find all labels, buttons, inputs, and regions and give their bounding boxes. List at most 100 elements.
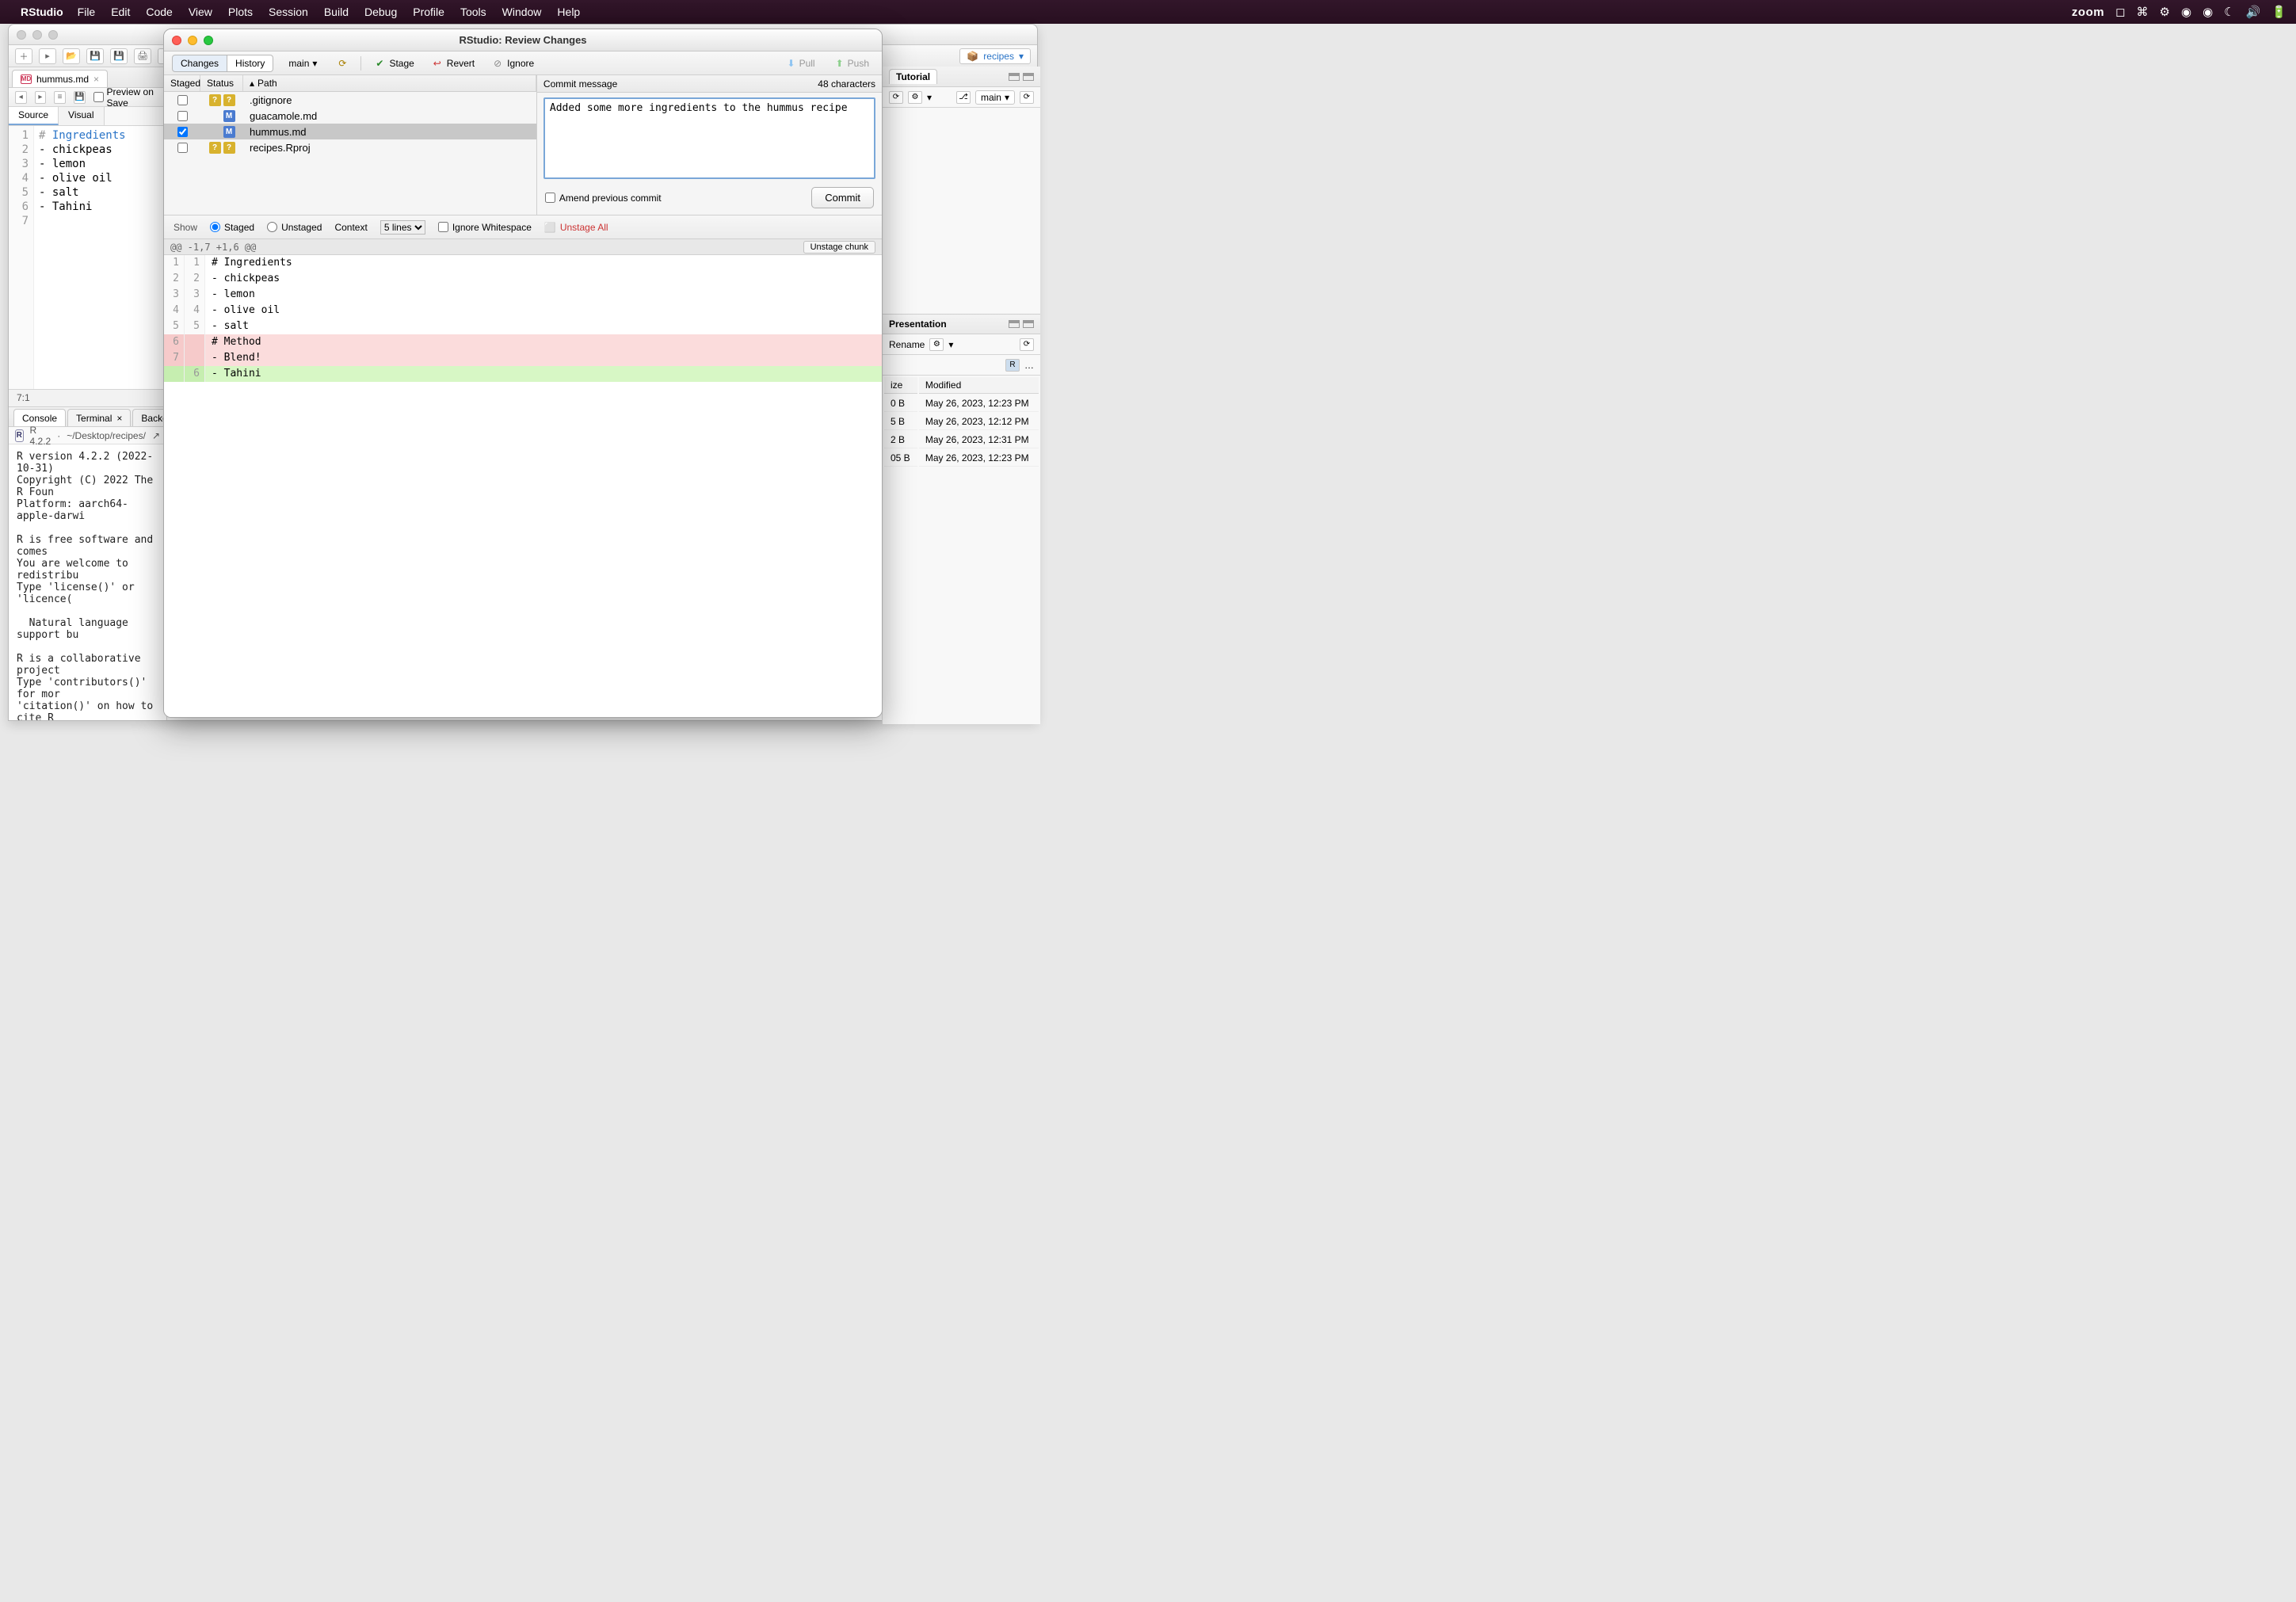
col-modified[interactable]: Modified: [919, 377, 1039, 394]
chevron-down-icon[interactable]: ▾: [927, 92, 932, 103]
menu-window[interactable]: Window: [502, 6, 542, 18]
stage-button[interactable]: ✔Stage: [369, 56, 418, 71]
save-button[interactable]: 💾: [86, 48, 104, 64]
file-row[interactable]: 2 BMay 26, 2023, 12:31 PM: [884, 432, 1039, 448]
new-file-button[interactable]: ＋: [15, 48, 32, 64]
refresh-icon[interactable]: ⟳: [1020, 91, 1034, 104]
menu-file[interactable]: File: [78, 6, 96, 18]
changed-file-row[interactable]: ??recipes.Rproj: [164, 139, 536, 155]
unstage-chunk-button[interactable]: Unstage chunk: [803, 241, 875, 254]
window-traffic-lights-inactive[interactable]: [17, 30, 58, 40]
tray-icon[interactable]: ⌘: [2137, 5, 2149, 19]
diff-line[interactable]: 44- olive oil: [164, 303, 882, 318]
modal-titlebar[interactable]: RStudio: Review Changes: [164, 29, 882, 51]
col-size[interactable]: ize: [884, 377, 917, 394]
show-unstaged-radio[interactable]: Unstaged: [267, 222, 322, 233]
menu-edit[interactable]: Edit: [111, 6, 130, 18]
menu-tools[interactable]: Tools: [460, 6, 486, 18]
branch-selector[interactable]: main ▾: [975, 90, 1015, 105]
pane-resize-icons[interactable]: [1009, 320, 1034, 328]
unstage-all-button[interactable]: ⬜Unstage All: [544, 222, 608, 233]
diff-line[interactable]: 6- Tahini: [164, 366, 882, 382]
menu-view[interactable]: View: [189, 6, 212, 18]
diff-line[interactable]: 33- lemon: [164, 287, 882, 303]
minimize-window-button[interactable]: [188, 36, 197, 45]
revert-button[interactable]: ↩Revert: [427, 56, 479, 71]
diff-body[interactable]: 11# Ingredients22- chickpeas33- lemon44-…: [164, 255, 882, 717]
menu-build[interactable]: Build: [324, 6, 349, 18]
editor-tab-hummus[interactable]: MD hummus.md ×: [12, 70, 108, 87]
console-output[interactable]: R version 4.2.2 (2022-10-31) Copyright (…: [9, 444, 166, 720]
menu-profile[interactable]: Profile: [413, 6, 444, 18]
stage-checkbox[interactable]: [177, 127, 188, 137]
tab-history[interactable]: History: [227, 55, 273, 72]
file-row[interactable]: 0 BMay 26, 2023, 12:23 PM: [884, 395, 1039, 412]
pull-button[interactable]: ⬇Pull: [783, 56, 820, 71]
commit-message-input[interactable]: [543, 97, 875, 179]
amend-previous-toggle[interactable]: Amend previous commit: [545, 193, 662, 204]
popout-icon[interactable]: ↗: [152, 430, 160, 441]
tab-terminal[interactable]: Terminal×: [67, 409, 131, 426]
close-icon[interactable]: ×: [93, 74, 99, 85]
refresh-button[interactable]: ⟳: [332, 56, 353, 71]
close-window-button[interactable]: [172, 36, 181, 45]
modal-traffic-lights[interactable]: [172, 36, 213, 45]
stage-checkbox[interactable]: [177, 143, 188, 153]
r-icon[interactable]: R: [1005, 359, 1020, 372]
diff-line[interactable]: 55- salt: [164, 318, 882, 334]
diff-button[interactable]: ⟳: [889, 91, 903, 104]
stage-checkbox[interactable]: [177, 111, 188, 121]
col-status[interactable]: Status: [200, 75, 243, 91]
refresh-icon[interactable]: ⟳: [1020, 338, 1034, 351]
print-button[interactable]: 🖨: [134, 48, 151, 64]
tray-icon[interactable]: ◉: [2203, 5, 2213, 19]
back-button[interactable]: ◂: [15, 91, 27, 104]
tray-icon[interactable]: ◉: [2181, 5, 2191, 19]
app-name[interactable]: RStudio: [21, 6, 63, 18]
mode-visual[interactable]: Visual: [59, 107, 104, 125]
amend-checkbox[interactable]: [545, 193, 555, 203]
zoom-window-button[interactable]: [204, 36, 213, 45]
tray-icon[interactable]: ⚙: [2160, 5, 2170, 19]
branch-dropdown[interactable]: main ▾: [281, 55, 324, 71]
pane-resize-icons[interactable]: [1009, 73, 1034, 81]
tray-icon[interactable]: ◻: [2115, 5, 2125, 19]
moon-icon[interactable]: ☾: [2224, 5, 2234, 19]
stage-checkbox[interactable]: [177, 95, 188, 105]
gear-icon[interactable]: ⚙: [929, 338, 944, 351]
file-row[interactable]: 5 BMay 26, 2023, 12:12 PM: [884, 414, 1039, 430]
menu-help[interactable]: Help: [557, 6, 580, 18]
rename-button[interactable]: Rename: [889, 339, 925, 350]
volume-icon[interactable]: 🔊: [2246, 5, 2261, 19]
zoom-indicator[interactable]: zoom: [2072, 6, 2104, 19]
gear-icon[interactable]: ⚙: [908, 91, 922, 104]
project-selector[interactable]: 📦 recipes ▾: [959, 48, 1031, 64]
file-row[interactable]: 05 BMay 26, 2023, 12:23 PM: [884, 450, 1039, 467]
changed-file-row[interactable]: Mhummus.md: [164, 124, 536, 139]
battery-icon[interactable]: 🔋: [2271, 5, 2286, 19]
preview-on-save-toggle[interactable]: Preview on Save: [93, 86, 160, 109]
show-staged-radio[interactable]: Staged: [210, 222, 254, 233]
mode-source[interactable]: Source: [9, 107, 59, 125]
new-project-button[interactable]: ▸: [39, 48, 56, 64]
chevron-down-icon[interactable]: ▾: [948, 339, 953, 350]
save-doc-button[interactable]: 💾: [74, 91, 86, 104]
changed-file-row[interactable]: ??.gitignore: [164, 92, 536, 108]
editor-code-area[interactable]: 1 2 3 4 5 6 7 # # IngredientsIngredients…: [9, 126, 166, 389]
context-lines-select[interactable]: 5 lines: [380, 220, 425, 235]
tab-changes[interactable]: Changes: [172, 55, 227, 72]
ignore-whitespace-toggle[interactable]: Ignore Whitespace: [438, 222, 532, 233]
diff-line[interactable]: 6# Method: [164, 334, 882, 350]
push-button[interactable]: ⬆Push: [831, 56, 874, 71]
menu-debug[interactable]: Debug: [364, 6, 397, 18]
presentation-label[interactable]: Presentation: [889, 318, 947, 330]
new-branch-button[interactable]: ⎇: [956, 91, 971, 104]
col-path[interactable]: ▴Path: [243, 75, 536, 91]
ignore-button[interactable]: ⊘Ignore: [487, 56, 539, 71]
diff-line[interactable]: 11# Ingredients: [164, 255, 882, 271]
col-staged[interactable]: Staged: [164, 75, 200, 91]
close-icon[interactable]: ×: [116, 413, 122, 424]
menu-code[interactable]: Code: [146, 6, 172, 18]
forward-button[interactable]: ▸: [35, 91, 47, 104]
changed-file-row[interactable]: Mguacamole.md: [164, 108, 536, 124]
